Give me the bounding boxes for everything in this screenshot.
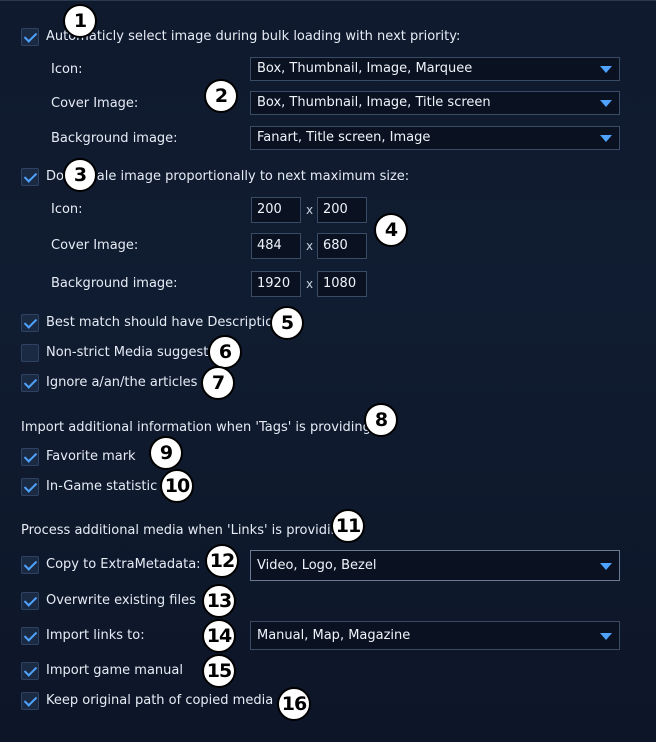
auto-select-cover-value: Box, Thumbnail, Image, Title screen bbox=[257, 95, 491, 110]
auto-select-background-value: Fanart, Title screen, Image bbox=[257, 130, 431, 145]
import-manual-checkbox[interactable] bbox=[21, 662, 39, 680]
annotation-badge: 13 bbox=[202, 584, 236, 618]
ignore-articles-checkbox[interactable] bbox=[21, 374, 39, 392]
annotation-badge: 1 bbox=[63, 4, 97, 38]
non-strict-media-label: Non-strict Media suggest bbox=[46, 345, 209, 360]
annotation-badge: 16 bbox=[277, 687, 311, 721]
times-separator: x bbox=[306, 203, 314, 217]
auto-select-checkbox[interactable] bbox=[21, 28, 39, 46]
downscale-checkbox[interactable] bbox=[21, 168, 39, 186]
import-manual-label: Import game manual bbox=[46, 663, 183, 678]
downscale-icon-height-input[interactable]: 200 bbox=[317, 197, 367, 223]
downscale-icon-label: Icon: bbox=[51, 202, 83, 217]
ingame-statistic-label: In-Game statistic bbox=[46, 479, 158, 494]
chevron-down-icon bbox=[600, 66, 612, 73]
import-links-dropdown[interactable]: Manual, Map, Magazine bbox=[250, 621, 620, 650]
auto-select-icon-label: Icon: bbox=[51, 62, 83, 77]
annotation-badge: 3 bbox=[63, 158, 97, 192]
keep-original-path-checkbox[interactable] bbox=[21, 692, 39, 710]
times-separator: x bbox=[306, 277, 314, 291]
downscale-label: Downscale image proportionally to next m… bbox=[46, 169, 410, 184]
downscale-cover-height-input[interactable]: 680 bbox=[317, 233, 367, 259]
chevron-down-icon bbox=[600, 632, 612, 640]
auto-select-cover-dropdown[interactable]: Box, Thumbnail, Image, Title screen bbox=[250, 91, 620, 115]
annotation-badge: 7 bbox=[201, 366, 235, 400]
favorite-mark-label: Favorite mark bbox=[46, 449, 136, 464]
annotation-badge: 15 bbox=[202, 654, 236, 688]
chevron-down-icon bbox=[600, 562, 612, 570]
downscale-cover-width-input[interactable]: 484 bbox=[251, 233, 301, 259]
overwrite-files-checkbox[interactable] bbox=[21, 592, 39, 610]
ignore-articles-label: Ignore a/an/the articles bbox=[46, 375, 198, 390]
import-links-checkbox[interactable] bbox=[21, 627, 39, 645]
copy-extrametadata-checkbox[interactable] bbox=[21, 556, 39, 574]
import-links-value: Manual, Map, Magazine bbox=[257, 628, 411, 643]
ingame-statistic-checkbox[interactable] bbox=[21, 478, 39, 496]
downscale-icon-width-input[interactable]: 200 bbox=[251, 197, 301, 223]
best-match-description-label: Best match should have Description bbox=[46, 315, 282, 330]
best-match-description-checkbox[interactable] bbox=[21, 314, 39, 332]
auto-select-label: Automaticly select image during bulk loa… bbox=[46, 29, 461, 44]
auto-select-cover-label: Cover Image: bbox=[51, 96, 139, 111]
annotation-badge: 4 bbox=[374, 213, 408, 247]
chevron-down-icon bbox=[600, 100, 612, 107]
overwrite-files-label: Overwrite existing files bbox=[46, 593, 196, 608]
annotation-badge: 9 bbox=[149, 436, 183, 470]
annotation-badge: 11 bbox=[331, 509, 365, 543]
favorite-mark-checkbox[interactable] bbox=[21, 448, 39, 466]
import-links-label: Import links to: bbox=[46, 628, 145, 643]
times-separator: x bbox=[306, 239, 314, 253]
annotation-badge: 10 bbox=[160, 469, 194, 503]
annotation-badge: 6 bbox=[208, 335, 242, 369]
annotation-badge: 12 bbox=[205, 544, 239, 578]
annotation-badge: 14 bbox=[202, 619, 236, 653]
downscale-background-width-input[interactable]: 1920 bbox=[251, 271, 301, 297]
chevron-down-icon bbox=[600, 135, 612, 142]
auto-select-icon-value: Box, Thumbnail, Image, Marquee bbox=[257, 61, 473, 76]
annotation-badge: 5 bbox=[270, 306, 304, 340]
settings-panel: Automaticly select image during bulk loa… bbox=[0, 0, 656, 742]
annotation-badge: 2 bbox=[204, 79, 238, 113]
copy-extrametadata-dropdown[interactable]: Video, Logo, Bezel bbox=[250, 550, 620, 581]
tags-section-heading: Import additional information when 'Tags… bbox=[21, 420, 376, 435]
copy-extrametadata-label: Copy to ExtraMetadata: bbox=[46, 557, 201, 572]
auto-select-background-label: Background image: bbox=[51, 131, 178, 146]
non-strict-media-checkbox[interactable] bbox=[21, 344, 39, 362]
downscale-background-label: Background image: bbox=[51, 276, 178, 291]
downscale-cover-label: Cover Image: bbox=[51, 238, 139, 253]
keep-original-path-label: Keep original path of copied media bbox=[46, 693, 274, 708]
downscale-background-height-input[interactable]: 1080 bbox=[317, 271, 367, 297]
auto-select-background-dropdown[interactable]: Fanart, Title screen, Image bbox=[250, 126, 620, 150]
links-section-heading: Process additional media when 'Links' is… bbox=[21, 523, 352, 538]
annotation-badge: 8 bbox=[364, 403, 398, 437]
auto-select-icon-dropdown[interactable]: Box, Thumbnail, Image, Marquee bbox=[250, 57, 620, 81]
copy-extrametadata-value: Video, Logo, Bezel bbox=[257, 558, 377, 573]
